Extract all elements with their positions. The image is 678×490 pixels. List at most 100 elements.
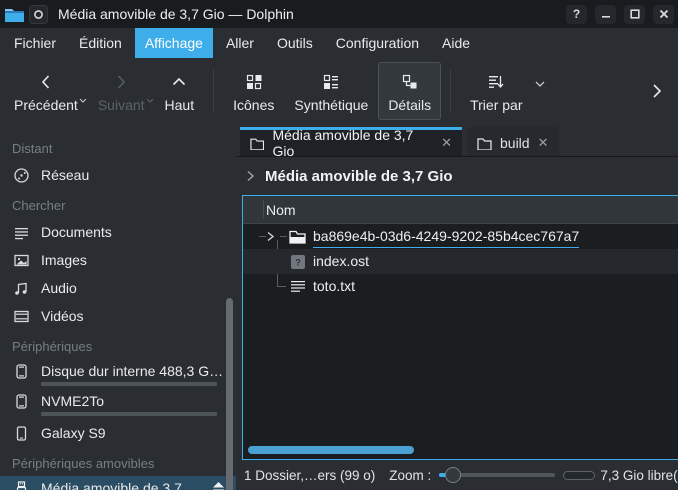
sidebar-item-label: Galaxy S9 (41, 425, 106, 441)
expander-icon[interactable] (266, 231, 275, 242)
breadcrumb-current[interactable]: Média amovible de 3,7 Gio (265, 168, 453, 185)
unknown-file-icon: ? (289, 253, 306, 270)
sort-dropdown-icon[interactable] (535, 81, 545, 87)
sidebar-item-videos[interactable]: Vidéos (0, 302, 236, 330)
images-icon (13, 252, 30, 269)
help-icon: ? (573, 7, 580, 21)
chevron-right-icon (651, 82, 663, 100)
tab-close-icon[interactable]: ✕ (538, 135, 549, 151)
sidebar-item-nvme2to[interactable]: NVME2To (0, 389, 236, 419)
menu-aide[interactable]: Aide (432, 28, 480, 58)
horizontal-scrollbar[interactable] (248, 446, 414, 454)
column-separator (263, 200, 264, 219)
view-compact-button[interactable]: Synthétique (284, 62, 378, 120)
back-button[interactable]: Précédent (4, 62, 88, 120)
documents-icon (13, 224, 30, 241)
toolbar-separator (213, 70, 214, 112)
sidebar-item-media-amovible[interactable]: Média amovible de 3,7 … (0, 476, 236, 490)
dolphin-window: Média amovible de 3,7 Gio — Dolphin ? Fi… (0, 0, 678, 490)
sidebar-item-audio[interactable]: Audio (0, 274, 236, 302)
window-title: Média amovible de 3,7 Gio — Dolphin (58, 6, 558, 22)
details-view-icon (401, 71, 419, 93)
eject-icon (211, 480, 226, 490)
view-icons-label: Icônes (233, 98, 274, 112)
network-icon (13, 167, 30, 184)
maximize-icon (630, 9, 640, 19)
toolbar-overflow-button[interactable] (642, 69, 672, 113)
arrow-left-icon (37, 71, 55, 93)
sidebar-scrollbar[interactable] (226, 298, 233, 490)
table-row[interactable]: ? index.ost (243, 249, 678, 274)
up-button[interactable]: Haut (155, 62, 205, 120)
close-button[interactable] (653, 5, 674, 24)
table-row[interactable]: ba869e4b-03d6-4249-9202-85b4cec767a7 (243, 224, 678, 249)
zoom-slider[interactable] (439, 467, 555, 483)
tab-label: build (500, 135, 530, 151)
folder-view: Nom (242, 195, 678, 460)
file-name[interactable]: toto.txt (313, 277, 355, 296)
film-icon (13, 308, 30, 325)
folder-icon (477, 137, 492, 150)
maximize-button[interactable] (624, 5, 645, 24)
menu-configuration[interactable]: Configuration (326, 28, 429, 58)
view-details-button[interactable]: Détails (378, 62, 441, 120)
sidebar-item-galaxy-s9[interactable]: Galaxy S9 (0, 419, 236, 447)
sidebar-item-label: NVME2To (41, 393, 226, 409)
eject-button[interactable] (211, 480, 226, 490)
section-title-amovibles: Périphériques amovibles (0, 447, 236, 476)
minimize-icon (601, 9, 611, 19)
music-note-icon (13, 280, 30, 297)
slider-handle[interactable] (445, 467, 461, 483)
menu-outils[interactable]: Outils (267, 28, 323, 58)
sidebar-item-reseau[interactable]: Réseau (0, 161, 236, 189)
arrow-right-icon (112, 71, 130, 93)
file-name[interactable]: ba869e4b-03d6-4249-9202-85b4cec767a7 (313, 227, 579, 248)
sidebar-item-label: Vidéos (41, 308, 84, 324)
column-title-nom: Nom (243, 202, 296, 218)
hard-drive-icon (13, 393, 30, 410)
folder-icon (250, 137, 264, 150)
breadcrumb: Média amovible de 3,7 Gio (236, 157, 678, 195)
main-toolbar: Précédent Suivant Haut (0, 58, 678, 124)
view-icons-button[interactable]: Icônes (223, 62, 284, 120)
free-space-bar (563, 471, 595, 480)
sidebar-item-label: Documents (41, 224, 112, 240)
sidebar-item-label: Images (41, 252, 87, 268)
sidebar-item-label: Audio (41, 280, 77, 296)
column-header[interactable]: Nom (243, 196, 678, 224)
forward-dropdown-icon[interactable] (146, 98, 154, 103)
tab-build[interactable]: build ✕ (467, 127, 559, 156)
sidebar-item-label: Réseau (41, 167, 89, 183)
menu-affichage[interactable]: Affichage (135, 28, 213, 58)
minimize-button[interactable] (595, 5, 616, 24)
free-space-label: 7,3 Gio libre(s) (600, 468, 678, 483)
back-label: Précédent (14, 98, 78, 112)
svg-text:?: ? (295, 257, 301, 267)
menubar: Fichier Édition Affichage Aller Outils C… (0, 28, 678, 58)
close-icon (659, 9, 669, 19)
statusbar: 1 Dossier,…ers (99 o) Zoom : 7,3 Gio lib… (236, 460, 678, 490)
menu-edition[interactable]: Édition (69, 28, 132, 58)
hard-drive-icon (13, 363, 30, 380)
menu-fichier[interactable]: Fichier (4, 28, 66, 58)
tab-close-icon[interactable]: ✕ (441, 135, 452, 151)
forward-button[interactable]: Suivant (88, 62, 155, 120)
file-name[interactable]: index.ost (313, 252, 369, 271)
sort-by-button[interactable]: Trier par (460, 62, 532, 120)
compact-view-icon (322, 71, 340, 93)
back-dropdown-icon[interactable] (79, 98, 87, 103)
view-details-label: Détails (388, 98, 431, 112)
tab-media-amovible[interactable]: Média amovible de 3,7 Gio ✕ (240, 127, 462, 156)
section-title-chercher: Chercher (0, 189, 236, 218)
menu-aller[interactable]: Aller (216, 28, 264, 58)
tab-bar: Média amovible de 3,7 Gio ✕ build ✕ (236, 124, 678, 157)
chevron-right-icon[interactable] (246, 170, 255, 182)
help-button[interactable]: ? (566, 5, 587, 24)
sidebar-item-images[interactable]: Images (0, 246, 236, 274)
table-row[interactable]: toto.txt (243, 274, 678, 299)
sidebar-item-label: Média amovible de 3,7 … (41, 480, 200, 490)
text-file-icon (289, 278, 306, 295)
window-menu-button[interactable] (29, 5, 48, 24)
sidebar-item-disque-dur[interactable]: Disque dur interne 488,3 G… (0, 359, 236, 389)
sidebar-item-documents[interactable]: Documents (0, 218, 236, 246)
